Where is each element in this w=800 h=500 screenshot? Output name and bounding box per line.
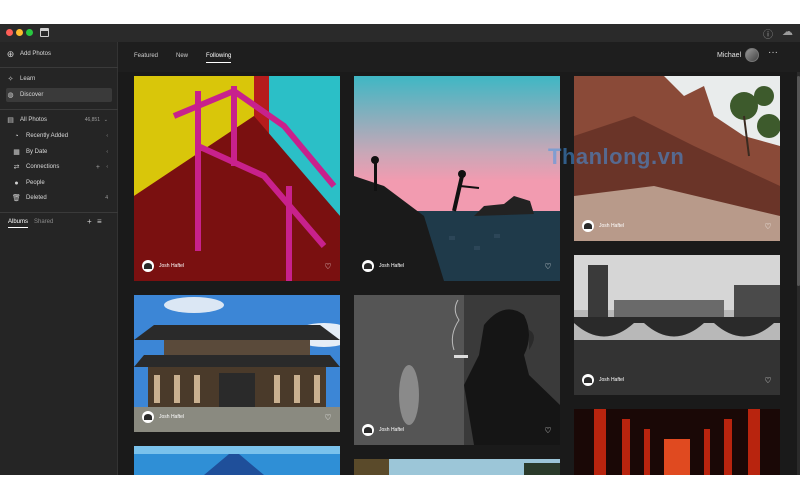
connections-label: Connections	[26, 164, 60, 170]
author-name: Josh Haftel	[379, 263, 405, 269]
calendar-icon: ▦	[13, 149, 20, 156]
lightbulb-icon: ✧	[7, 76, 14, 83]
top-navigation: Featured New Following Michael ···	[118, 42, 800, 72]
people-label: People	[26, 180, 45, 186]
author-info: Josh Haftel	[582, 374, 624, 386]
title-bar: ⓘ ☁	[0, 24, 800, 42]
heart-icon[interactable]: ♡	[543, 426, 553, 436]
compass-icon: ◍	[7, 92, 14, 99]
sidebar: ⊕ Add Photos ✧ Learn ◍ Discover ▤ All Ph…	[0, 42, 118, 475]
minimize-window-button[interactable]	[16, 29, 23, 36]
author-name: Josh Haftel	[599, 223, 625, 229]
sidebar-item-recently-added[interactable]: ◔ Recently Added ‹	[12, 129, 112, 143]
learn-label: Learn	[20, 76, 36, 82]
all-photos-count: 46,851	[84, 117, 100, 123]
sort-icon[interactable]: ≡	[97, 217, 102, 226]
recently-added-label: Recently Added	[26, 133, 69, 139]
main-content: Featured New Following Michael ··· Josh …	[118, 42, 800, 475]
close-window-button[interactable]	[6, 29, 13, 36]
sidebar-item-learn[interactable]: ✧ Learn	[6, 72, 112, 86]
photo-card[interactable]: Josh Haftel ♡	[574, 255, 780, 395]
chevron-left-icon[interactable]: ‹	[106, 164, 108, 170]
photo-card[interactable]: Josh Haftel ♡	[134, 295, 340, 432]
author-info: Josh Haftel	[142, 260, 184, 272]
maximize-window-button[interactable]	[26, 29, 33, 36]
sidebar-item-connections[interactable]: ⇄ Connections + ‹	[12, 160, 112, 174]
photo-card[interactable]	[134, 446, 340, 475]
photo-card[interactable]: Josh Haftel ♡	[354, 76, 560, 281]
author-info: Josh Haftel	[582, 220, 624, 232]
sidebar-item-discover[interactable]: ◍ Discover	[6, 88, 112, 102]
photo-card[interactable]: Josh Haftel ♡	[134, 76, 340, 281]
tab-featured[interactable]: Featured	[134, 53, 158, 59]
deleted-count: 4	[105, 195, 108, 201]
watermark: Thanlong.vn	[548, 144, 685, 169]
divider	[0, 212, 118, 213]
add-photos-button[interactable]: ⊕ Add Photos	[6, 47, 112, 61]
tab-shared[interactable]: Shared	[34, 219, 53, 225]
connections-icon: ⇄	[13, 164, 20, 171]
sidebar-item-all-photos[interactable]: ▤ All Photos 46,851 ⌄	[6, 113, 112, 127]
author-avatar	[142, 260, 154, 272]
add-album-icon[interactable]: +	[87, 217, 92, 226]
sunset-photo	[354, 76, 560, 281]
sidebar-item-deleted[interactable]: 🗑 Deleted 4	[12, 191, 112, 205]
chevron-down-icon[interactable]: ⌄	[104, 117, 108, 123]
tab-new[interactable]: New	[176, 53, 188, 59]
chevron-left-icon[interactable]: ‹	[106, 149, 108, 155]
cloud-icon[interactable]: ☁	[782, 25, 793, 38]
photo-card[interactable]: Josh Haftel ♡	[354, 295, 560, 445]
portrait-photo	[354, 295, 560, 445]
tab-albums[interactable]: Albums	[8, 219, 29, 228]
add-connection-icon[interactable]: +	[96, 164, 100, 171]
help-circle-icon[interactable]: ⓘ	[763, 26, 773, 41]
author-avatar	[142, 411, 154, 423]
author-avatar	[582, 220, 594, 232]
photos-icon: ▤	[7, 117, 14, 124]
add-photos-label: Add Photos	[20, 51, 52, 57]
app-window: ⓘ ☁ ⊕ Add Photos ✧ Learn ◍ Discover ▤ Al…	[0, 24, 800, 475]
photo-card[interactable]	[354, 459, 560, 475]
deleted-label: Deleted	[26, 195, 47, 201]
author-name: Josh Haftel	[159, 263, 185, 269]
plus-icon: ⊕	[6, 48, 15, 59]
author-info: Josh Haftel	[362, 424, 404, 436]
pool-photo	[134, 446, 340, 475]
more-options-icon[interactable]: ···	[768, 47, 778, 58]
chevron-left-icon[interactable]: ‹	[106, 133, 108, 139]
author-avatar	[582, 374, 594, 386]
person-icon: ●	[14, 179, 19, 187]
author-name: Josh Haftel	[599, 377, 625, 383]
author-info: Josh Haftel	[142, 411, 184, 423]
torii-gates-photo	[574, 409, 780, 475]
stairs-photo	[134, 76, 340, 281]
avatar[interactable]	[745, 48, 759, 62]
sidebar-item-by-date[interactable]: ▦ By Date ‹	[12, 145, 112, 159]
heart-icon[interactable]: ♡	[763, 222, 773, 232]
by-date-label: By Date	[26, 149, 48, 155]
heart-icon[interactable]: ♡	[323, 413, 333, 423]
divider	[0, 109, 118, 110]
heart-icon[interactable]: ♡	[323, 262, 333, 272]
sidebar-item-people[interactable]: ● People	[12, 176, 112, 190]
sidebar-toggle-icon[interactable]	[40, 28, 49, 37]
heart-icon[interactable]: ♡	[763, 376, 773, 386]
author-info: Josh Haftel	[362, 260, 404, 272]
trash-icon: 🗑	[12, 195, 21, 202]
discover-label: Discover	[20, 92, 44, 98]
user-name[interactable]: Michael	[717, 52, 741, 59]
tab-following[interactable]: Following	[206, 53, 232, 63]
heart-icon[interactable]: ♡	[543, 262, 553, 272]
all-photos-label: All Photos	[20, 117, 48, 123]
author-name: Josh Haftel	[379, 427, 405, 433]
photo-card[interactable]	[574, 409, 780, 475]
landscape-photo	[354, 459, 560, 475]
divider	[0, 67, 118, 68]
author-name: Josh Haftel	[159, 414, 185, 420]
author-avatar	[362, 260, 374, 272]
clock-icon: ◔	[14, 132, 19, 140]
author-avatar	[362, 424, 374, 436]
